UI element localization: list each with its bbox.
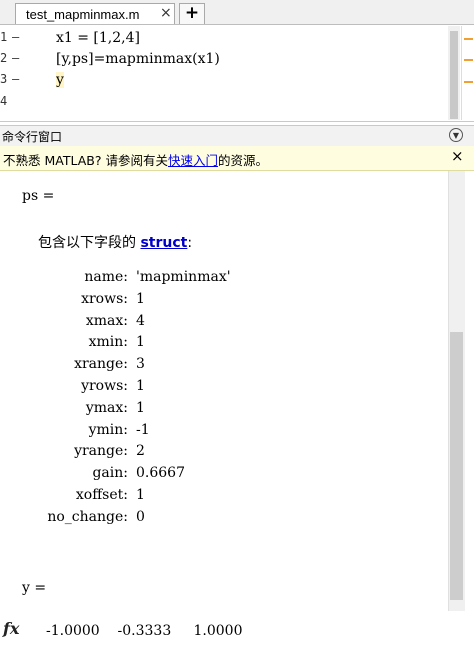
struct-field-row: ymin: -1: [0, 422, 150, 438]
struct-intro: 包含以下字段的 struct:: [38, 232, 192, 252]
editor-scrollbar-thumb[interactable]: [450, 31, 458, 119]
info-banner: 不熟悉 MATLAB? 请参阅有关快速入门的资源。 ×: [0, 146, 474, 171]
field-value: -1: [136, 421, 150, 438]
field-value: 1: [136, 487, 145, 503]
command-window-titlebar: 命令行窗口 ▼: [0, 125, 474, 147]
struct-intro-text: 包含以下字段的: [38, 235, 136, 251]
struct-field-row: xoffset: 1: [0, 487, 145, 503]
struct-field-row: xrange: 3: [0, 356, 145, 372]
field-value: 'mapminmax': [136, 269, 231, 285]
code-text[interactable]: y: [56, 72, 64, 88]
chevron-down-icon[interactable]: ▼: [449, 128, 463, 142]
breakpoint-dash[interactable]: —: [12, 30, 19, 44]
y-values: -1.0000 -0.3333 1.0000: [46, 623, 243, 639]
breakpoint-dash[interactable]: —: [12, 72, 19, 86]
warning-marker[interactable]: [464, 59, 473, 61]
command-output[interactable]: ps = 包含以下字段的 struct: name: 'mapminmax' xro…: [0, 171, 448, 646]
struct-field-row: name: 'mapminmax': [0, 269, 231, 285]
struct-field-row: xmax: 4: [0, 313, 145, 329]
struct-field-row: ymax: 1: [0, 400, 145, 416]
line-number: 3: [0, 72, 8, 86]
breakpoint-dash[interactable]: —: [12, 51, 19, 65]
struct-link[interactable]: struct: [140, 235, 187, 251]
info-prefix: 不熟悉 MATLAB? 请参阅有关: [3, 153, 168, 168]
close-icon[interactable]: ×: [451, 147, 464, 165]
field-value: 3: [136, 356, 145, 373]
close-icon[interactable]: ×: [160, 5, 172, 21]
field-value: 1: [136, 334, 145, 351]
struct-field-row: xmin: 1: [0, 334, 145, 350]
field-value: 4: [136, 312, 145, 329]
field-name: ymax:: [85, 399, 128, 416]
editor-tab-bar: test_mapminmax.m × +: [0, 0, 474, 25]
ps-header: ps =: [22, 188, 55, 204]
quick-start-link[interactable]: 快速入门: [168, 153, 218, 168]
line-number: 2: [0, 51, 8, 65]
line-number: 1: [0, 30, 8, 44]
code-line-2[interactable]: 2 — [y,ps]=mapminmax(x1): [0, 51, 440, 72]
code-text[interactable]: x1 = [1,2,4]: [56, 30, 140, 46]
field-name: xmax:: [85, 312, 128, 329]
field-name: xrange:: [74, 356, 128, 373]
code-line-3[interactable]: 3 — y: [0, 72, 440, 93]
command-scrollbar-thumb[interactable]: [450, 332, 463, 600]
field-value: 1: [136, 399, 145, 416]
struct-field-row: xrows: 1: [0, 291, 145, 307]
tab-test-mapminmax[interactable]: test_mapminmax.m ×: [15, 3, 175, 24]
tab-label: test_mapminmax.m: [26, 7, 140, 22]
field-value: 0.6667: [136, 465, 185, 482]
struct-field-row: no_change: 0: [0, 509, 145, 525]
code-text[interactable]: [y,ps]=mapminmax(x1): [56, 51, 220, 67]
info-text: 不熟悉 MATLAB? 请参阅有关快速入门的资源。: [3, 150, 268, 169]
fx-icon[interactable]: fx: [3, 619, 19, 638]
field-name: yrange:: [74, 443, 128, 460]
struct-field-row: gain: 0.6667: [0, 465, 185, 481]
warning-marker[interactable]: [464, 38, 473, 40]
struct-field-row: yrange: 2: [0, 443, 145, 459]
info-suffix: 的资源。: [217, 153, 268, 168]
field-value: 1: [136, 290, 145, 307]
struct-colon: :: [187, 235, 193, 251]
code-analyzer-bar: [461, 26, 474, 120]
field-value: 1: [136, 378, 145, 394]
y-header: y =: [22, 580, 47, 596]
field-name: ymin:: [88, 421, 128, 438]
code-line-4[interactable]: 4: [0, 94, 440, 115]
struct-field-row: yrows: 1: [0, 378, 145, 394]
field-value: 2: [136, 443, 145, 460]
field-name: yrows:: [81, 378, 128, 394]
field-name: no_change:: [47, 508, 128, 525]
field-name: xrows:: [81, 290, 128, 307]
command-window-title: 命令行窗口: [2, 130, 63, 144]
add-tab-button[interactable]: +: [179, 3, 205, 24]
code-line-1[interactable]: 1 — x1 = [1,2,4]: [0, 30, 440, 51]
field-value: 0: [136, 508, 145, 525]
field-name: xmin:: [88, 334, 128, 351]
editor-panel: test_mapminmax.m × + 1 — x1 = [1,2,4] 2 …: [0, 0, 474, 122]
line-number: 4: [0, 94, 8, 108]
field-name: xoffset:: [75, 487, 128, 503]
warning-marker[interactable]: [464, 81, 473, 83]
field-name: gain:: [92, 465, 128, 482]
field-name: name:: [84, 269, 128, 285]
